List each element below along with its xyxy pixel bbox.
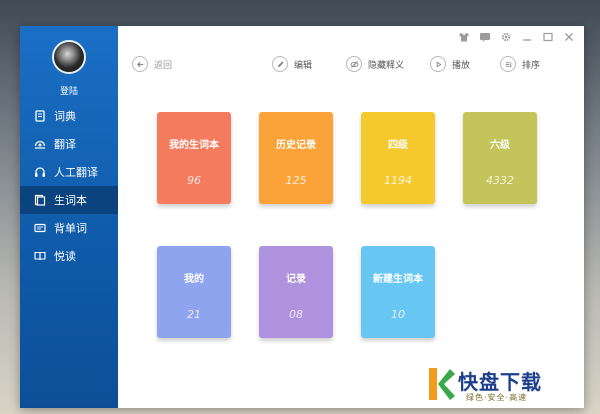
sidebar-item-label: 背单词 bbox=[54, 222, 87, 235]
card-count: 4332 bbox=[486, 174, 514, 187]
card-count: 1194 bbox=[384, 174, 412, 187]
back-button[interactable]: 返回 bbox=[132, 56, 172, 72]
card-count: 10 bbox=[391, 308, 405, 321]
window-controls bbox=[457, 30, 576, 44]
wordbook-card-my-wordbook[interactable]: 我的生词本 96 bbox=[157, 112, 231, 204]
card-count: 96 bbox=[187, 174, 201, 187]
sidebar-item-reading[interactable]: 悦读 bbox=[20, 242, 118, 270]
pencil-icon bbox=[272, 56, 288, 72]
wordbook-icon bbox=[34, 194, 46, 206]
main-panel: 返回 编辑 隐藏释义 播放 排序 我的生词本 96 历史记录 125 四级 11… bbox=[118, 26, 584, 408]
sidebar-item-flashcards[interactable]: 背单词 bbox=[20, 214, 118, 242]
sidebar-item-human-translation[interactable]: 人工翻译 bbox=[20, 158, 118, 186]
wordbook-card-cet6[interactable]: 六级 4332 bbox=[463, 112, 537, 204]
reading-icon bbox=[34, 250, 46, 262]
play-label: 播放 bbox=[452, 60, 471, 71]
back-arrow-icon bbox=[132, 56, 148, 72]
hide-definitions-label: 隐藏释义 bbox=[368, 60, 405, 71]
close-icon[interactable] bbox=[562, 30, 576, 44]
flashcard-icon bbox=[34, 222, 46, 234]
card-count: 08 bbox=[289, 308, 303, 321]
eye-slash-icon bbox=[346, 56, 362, 72]
wordbook-card-mine[interactable]: 我的 21 bbox=[157, 246, 231, 338]
back-label: 返回 bbox=[154, 60, 173, 71]
translate-icon bbox=[34, 138, 46, 150]
sidebar-item-label: 翻译 bbox=[54, 138, 76, 151]
headphones-icon bbox=[34, 166, 46, 178]
app-window: 登陆 词典 翻译 人工翻译 生词本 背单词 悦读 返回 编辑 隐藏释义 播放 排… bbox=[20, 26, 584, 408]
card-title: 历史记录 bbox=[276, 140, 316, 151]
sidebar-item-label: 人工翻译 bbox=[54, 166, 98, 179]
sidebar: 登陆 词典 翻译 人工翻译 生词本 背单词 悦读 bbox=[20, 26, 118, 408]
sidebar-item-label: 悦读 bbox=[54, 250, 76, 263]
edit-button[interactable]: 编辑 bbox=[272, 56, 312, 72]
card-count: 21 bbox=[187, 308, 201, 321]
card-count: 125 bbox=[285, 174, 307, 187]
edit-label: 编辑 bbox=[294, 60, 313, 71]
message-icon[interactable] bbox=[478, 30, 492, 44]
wordbook-card-records[interactable]: 记录 08 bbox=[259, 246, 333, 338]
shirt-icon[interactable] bbox=[457, 30, 471, 44]
brand-k-icon bbox=[429, 368, 455, 400]
card-title: 我的 bbox=[184, 274, 204, 285]
sort-button[interactable]: 排序 bbox=[500, 56, 540, 72]
hide-definitions-button[interactable]: 隐藏释义 bbox=[346, 56, 404, 72]
play-button[interactable]: 播放 bbox=[430, 56, 470, 72]
wordbook-card-new[interactable]: 新建生词本 10 bbox=[361, 246, 435, 338]
card-title: 记录 bbox=[286, 274, 306, 285]
card-title: 新建生词本 bbox=[373, 274, 423, 285]
brand-name: 快盘下载 bbox=[458, 370, 542, 394]
watermark-logo: 快盘下载 绿色·安全·高速 bbox=[424, 362, 594, 408]
sidebar-item-wordbook[interactable]: 生词本 bbox=[20, 186, 118, 214]
avatar[interactable] bbox=[52, 40, 86, 74]
sidebar-item-dictionary[interactable]: 词典 bbox=[20, 102, 118, 130]
sort-label: 排序 bbox=[522, 60, 541, 71]
sidebar-item-translate[interactable]: 翻译 bbox=[20, 130, 118, 158]
card-title: 六级 bbox=[490, 140, 510, 151]
login-link[interactable]: 登陆 bbox=[20, 84, 118, 97]
dictionary-icon bbox=[34, 110, 46, 122]
maximize-icon[interactable] bbox=[541, 30, 555, 44]
wordbook-card-history[interactable]: 历史记录 125 bbox=[259, 112, 333, 204]
sort-icon bbox=[500, 56, 516, 72]
card-title: 四级 bbox=[388, 140, 408, 151]
gear-icon[interactable] bbox=[499, 30, 513, 44]
brand-slogan: 绿色·安全·高速 bbox=[466, 393, 528, 402]
sidebar-item-label: 生词本 bbox=[54, 194, 87, 207]
sidebar-nav: 词典 翻译 人工翻译 生词本 背单词 悦读 bbox=[20, 102, 118, 270]
minimize-icon[interactable] bbox=[520, 30, 534, 44]
play-icon bbox=[430, 56, 446, 72]
card-title: 我的生词本 bbox=[169, 140, 219, 151]
toolbar: 返回 编辑 隐藏释义 播放 排序 bbox=[118, 50, 584, 78]
sidebar-item-label: 词典 bbox=[54, 110, 76, 123]
wordbook-card-cet4[interactable]: 四级 1194 bbox=[361, 112, 435, 204]
